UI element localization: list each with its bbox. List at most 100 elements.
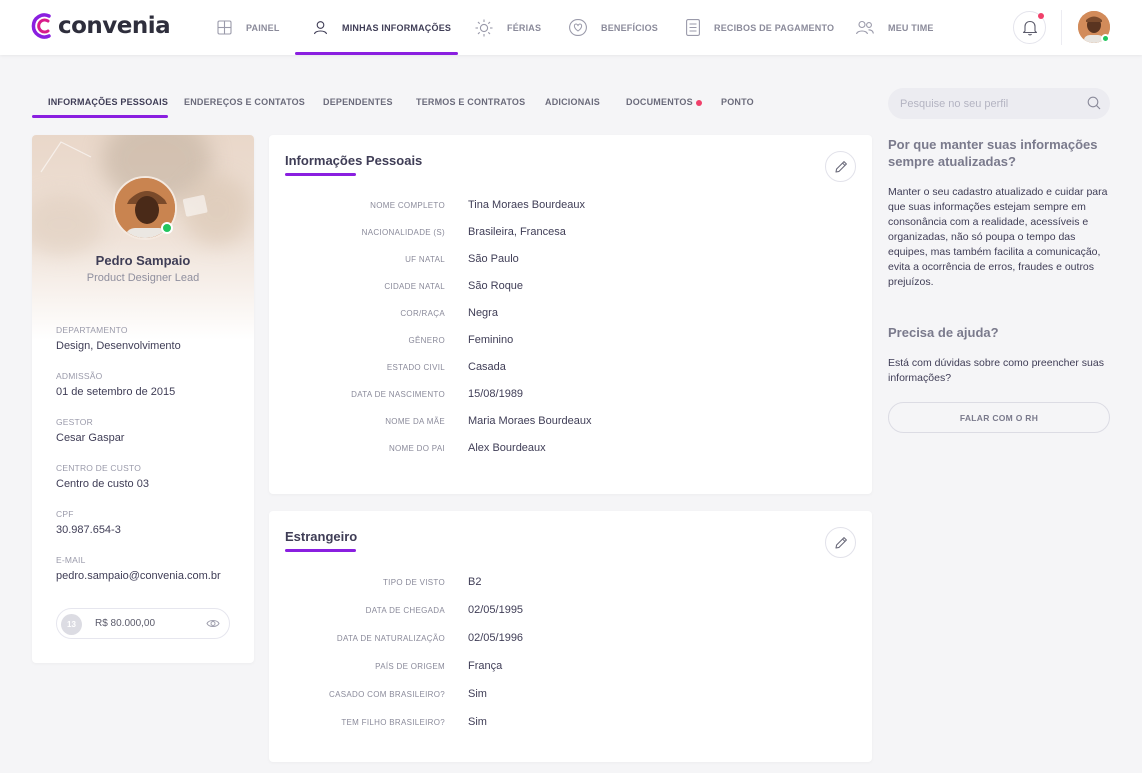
row-label: CIDADE NATAL bbox=[384, 282, 445, 291]
row-value: Negra bbox=[468, 307, 498, 319]
row-label: NACIONALIDADE (S) bbox=[361, 228, 445, 237]
sun-icon bbox=[475, 19, 493, 36]
row-value: França bbox=[468, 660, 503, 672]
grid-icon bbox=[217, 20, 232, 35]
row-value: Tina Moraes Bourdeaux bbox=[468, 199, 585, 211]
tab-ponto[interactable]: PONTO bbox=[721, 97, 754, 107]
divider bbox=[1061, 10, 1062, 45]
field-label-email: E-MAIL bbox=[56, 555, 86, 565]
field-value-cpf: 30.987.654-3 bbox=[56, 524, 121, 536]
nav-label: MEU TIME bbox=[888, 22, 934, 33]
help-need-text: Está com dúvidas sobre como preencher su… bbox=[888, 357, 1104, 384]
row-label: NOME COMPLETO bbox=[370, 201, 445, 210]
profile-card: Pedro Sampaio Product Designer Lead DEPA… bbox=[32, 135, 254, 663]
field-value-admissao: 01 de setembro de 2015 bbox=[56, 386, 176, 398]
decorative-shape bbox=[40, 141, 92, 173]
logo-text: convenia bbox=[58, 13, 171, 39]
row-value: 02/05/1996 bbox=[468, 632, 524, 644]
help-need-title: Precisa de ajuda? bbox=[888, 325, 999, 340]
row-label: DATA DE NASCIMENTO bbox=[351, 390, 445, 399]
field-label-centro-custo: CENTRO DE CUSTO bbox=[56, 463, 142, 473]
profile-name: Pedro Sampaio bbox=[95, 253, 191, 268]
documentos-alert-badge bbox=[696, 100, 702, 106]
field-value-centro-custo: Centro de custo 03 bbox=[56, 478, 149, 490]
card-title: Estrangeiro bbox=[285, 529, 358, 544]
tab-enderecos-contatos[interactable]: ENDEREÇOS E CONTATOS bbox=[184, 97, 305, 107]
nav-label: FÉRIAS bbox=[507, 22, 542, 33]
row-label: NOME DA MÃE bbox=[385, 417, 445, 426]
online-status-dot bbox=[161, 222, 173, 234]
row-value: Brasileira, Francesa bbox=[468, 226, 566, 238]
card-title-underline bbox=[285, 173, 356, 176]
nav-label: RECIBOS DE PAGAMENTO bbox=[714, 22, 835, 33]
row-label: ESTADO CIVIL bbox=[386, 363, 445, 372]
nav-item-recibos[interactable]: RECIBOS DE PAGAMENTO bbox=[686, 0, 834, 55]
profile-role: Product Designer Lead bbox=[86, 272, 200, 284]
nav-item-painel[interactable]: PAINEL bbox=[217, 0, 280, 55]
tab-informacoes-pessoais[interactable]: INFORMAÇÕES PESSOAIS bbox=[48, 97, 168, 107]
help-why-text: Manter o seu cadastro atualizado e cuida… bbox=[888, 186, 1108, 288]
row-label: TEM FILHO BRASILEIRO? bbox=[341, 718, 445, 727]
field-label-gestor: GESTOR bbox=[56, 417, 93, 427]
row-value: Alex Bourdeaux bbox=[468, 442, 546, 454]
profile-search bbox=[888, 88, 1110, 119]
nav-active-indicator bbox=[295, 52, 458, 55]
tab-termos-contratos[interactable]: TERMOS E CONTRATOS bbox=[416, 97, 525, 107]
salary-value: R$ 80.000,00 bbox=[95, 618, 156, 629]
field-label-departamento: DEPARTAMENTO bbox=[56, 325, 128, 335]
field-value-email: pedro.sampaio@convenia.com.br bbox=[56, 570, 221, 582]
contact-hr-button[interactable]: FALAR COM O RH bbox=[888, 402, 1110, 433]
row-value: 15/08/1989 bbox=[468, 388, 524, 400]
salary-pill: 13 R$ 80.000,00 bbox=[56, 608, 230, 639]
user-icon bbox=[313, 21, 328, 35]
pencil-icon bbox=[834, 160, 847, 173]
edit-button[interactable] bbox=[825, 151, 856, 182]
field-label-cpf: CPF bbox=[56, 509, 74, 519]
field-value-departamento: Design, Desenvolvimento bbox=[56, 340, 181, 352]
convenia-logo[interactable]: convenia bbox=[31, 12, 171, 40]
row-label: UF NATAL bbox=[405, 255, 445, 264]
row-label: GÊNERO bbox=[408, 336, 445, 345]
row-value: B2 bbox=[468, 576, 482, 588]
nav-label: MINHAS INFORMAÇÕES bbox=[342, 22, 452, 33]
row-label: PAÍS DE ORIGEM bbox=[375, 662, 445, 671]
receipt-icon bbox=[686, 19, 700, 36]
nav-item-ferias[interactable]: FÉRIAS bbox=[475, 0, 541, 55]
row-value: Casada bbox=[468, 361, 506, 373]
personal-info-card: Informações Pessoais NOME COMPLETO Tina … bbox=[269, 135, 872, 494]
row-label: NOME DO PAI bbox=[388, 444, 445, 453]
tab-dependentes[interactable]: DEPENDENTES bbox=[323, 97, 393, 107]
row-label: TIPO DE VISTO bbox=[383, 578, 445, 587]
row-value: 02/05/1995 bbox=[468, 604, 524, 616]
row-value: São Paulo bbox=[468, 253, 519, 265]
online-status-dot bbox=[1101, 34, 1110, 43]
row-label: CASADO COM BRASILEIRO? bbox=[329, 690, 445, 699]
tab-adicionais[interactable]: ADICIONAIS bbox=[545, 97, 600, 107]
field-label-admissao: ADMISSÃO bbox=[56, 371, 103, 381]
edit-button[interactable] bbox=[825, 527, 856, 558]
card-title: Informações Pessoais bbox=[285, 153, 423, 168]
search-input[interactable] bbox=[900, 88, 1080, 119]
notification-badge bbox=[1038, 13, 1044, 19]
row-value: Feminino bbox=[468, 334, 514, 346]
top-navigation-bar: convenia PAINEL MINHAS INFORMAÇÕES FÉRIA… bbox=[0, 0, 1142, 55]
eye-icon[interactable] bbox=[206, 618, 220, 629]
row-label: DATA DE NATURALIZAÇÃO bbox=[336, 634, 445, 643]
row-value: Sim bbox=[468, 716, 487, 728]
row-label: COR/RAÇA bbox=[400, 309, 445, 318]
pencil-icon bbox=[834, 536, 847, 549]
heart-icon bbox=[569, 19, 587, 36]
tab-active-indicator bbox=[32, 115, 168, 118]
nav-item-beneficios[interactable]: BENEFÍCIOS bbox=[569, 0, 658, 55]
row-label: DATA DE CHEGADA bbox=[365, 606, 445, 615]
team-icon bbox=[856, 20, 874, 35]
bell-icon bbox=[1022, 20, 1037, 36]
nav-item-minhas-informacoes[interactable]: MINHAS INFORMAÇÕES bbox=[313, 0, 451, 55]
search-icon[interactable] bbox=[1087, 96, 1101, 110]
row-value: Sim bbox=[468, 688, 487, 700]
nav-item-meu-time[interactable]: MEU TIME bbox=[856, 0, 934, 55]
decorative-shape bbox=[182, 195, 208, 217]
logo-mark-icon bbox=[31, 13, 51, 39]
salary-coin-icon: 13 bbox=[61, 614, 82, 635]
tab-documentos[interactable]: DOCUMENTOS bbox=[626, 97, 693, 107]
